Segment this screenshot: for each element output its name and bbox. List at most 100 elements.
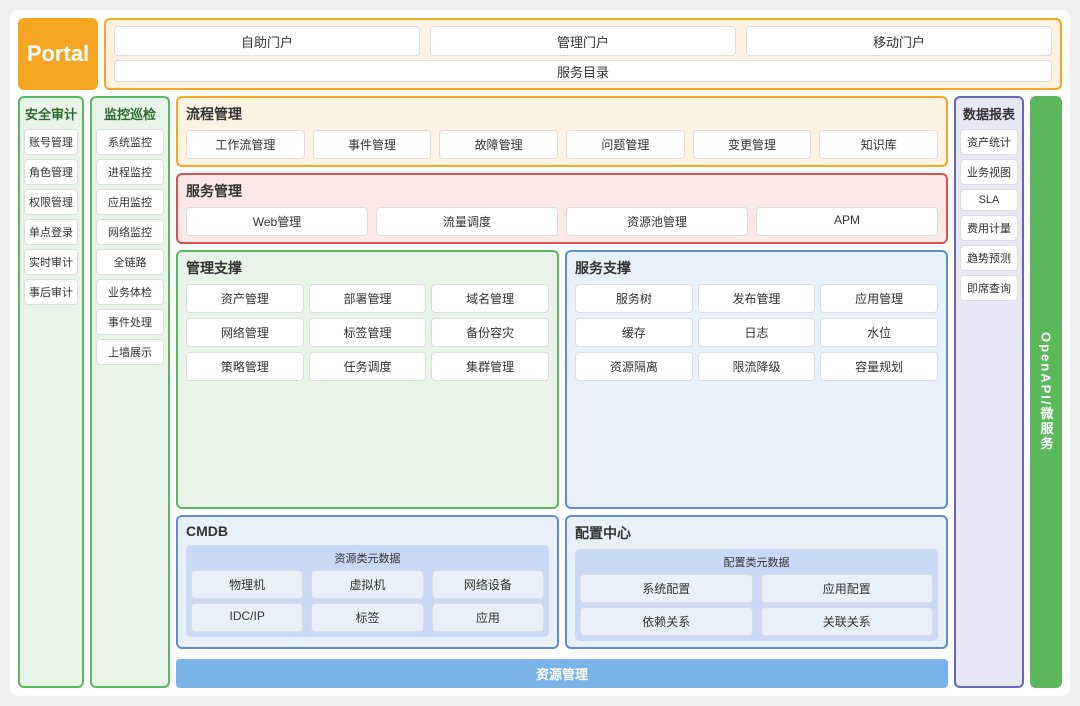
security-sso[interactable]: 单点登录 bbox=[24, 219, 78, 245]
openapi-label: OpenAPI/微服务 bbox=[1037, 332, 1056, 452]
data-report-title: 数据报表 bbox=[960, 104, 1018, 123]
mgmt-cluster[interactable]: 集群管理 bbox=[431, 352, 549, 381]
svc-support-title: 服务支撑 bbox=[575, 258, 938, 278]
svc-log[interactable]: 日志 bbox=[698, 318, 816, 347]
portal-selfservice[interactable]: 自助门户 bbox=[114, 26, 420, 56]
mgmt-domain[interactable]: 域名管理 bbox=[431, 284, 549, 313]
monitor-system[interactable]: 系统监控 bbox=[96, 129, 164, 155]
report-asset[interactable]: 资产统计 bbox=[960, 129, 1018, 155]
security-audit-title: 安全审计 bbox=[24, 104, 78, 123]
center-area: 流程管理 工作流管理 事件管理 故障管理 问题管理 变更管理 知识库 服务管理 … bbox=[176, 96, 948, 688]
flow-mgmt-items: 工作流管理 事件管理 故障管理 问题管理 变更管理 知识库 bbox=[186, 130, 938, 159]
monitor-event[interactable]: 事件处理 bbox=[96, 309, 164, 335]
config-inner-title: 配置类元数据 bbox=[580, 554, 933, 570]
svc-resource-pool[interactable]: 资源池管理 bbox=[566, 207, 748, 236]
mgmt-deploy[interactable]: 部署管理 bbox=[309, 284, 427, 313]
portal-top-row: 自助门户 管理门户 移动门户 bbox=[114, 26, 1052, 56]
flow-mgmt-section: 流程管理 工作流管理 事件管理 故障管理 问题管理 变更管理 知识库 bbox=[176, 96, 948, 167]
svc-app-mgmt[interactable]: 应用管理 bbox=[820, 284, 938, 313]
monitor-biz[interactable]: 业务体检 bbox=[96, 279, 164, 305]
config-dep[interactable]: 依赖关系 bbox=[580, 607, 753, 636]
mgmt-policy[interactable]: 策略管理 bbox=[186, 352, 304, 381]
openapi-sidebar: OpenAPI/微服务 bbox=[1030, 96, 1062, 688]
cmdb-physical[interactable]: 物理机 bbox=[191, 570, 303, 599]
portal-mobile[interactable]: 移动门户 bbox=[746, 26, 1052, 56]
svc-cache[interactable]: 缓存 bbox=[575, 318, 693, 347]
flow-event[interactable]: 事件管理 bbox=[313, 130, 432, 159]
portal-service-catalog[interactable]: 服务目录 bbox=[114, 60, 1052, 82]
mgmt-support-title: 管理支撑 bbox=[186, 258, 549, 278]
config-center-section: 配置中心 配置类元数据 系统配置 应用配置 依赖关系 关联关系 bbox=[565, 515, 948, 649]
mgmt-task[interactable]: 任务调度 bbox=[309, 352, 427, 381]
mgmt-backup[interactable]: 备份容灾 bbox=[431, 318, 549, 347]
config-app[interactable]: 应用配置 bbox=[761, 574, 934, 603]
middle-row: 管理支撑 资产管理 部署管理 域名管理 网络管理 标签管理 备份容灾 策略管理 … bbox=[176, 250, 948, 509]
svc-apm[interactable]: APM bbox=[756, 207, 938, 236]
content-row: 安全审计 账号管理 角色管理 权限管理 单点登录 实时审计 事后审计 监控巡检 … bbox=[18, 96, 1062, 688]
service-mgmt-title: 服务管理 bbox=[186, 181, 938, 201]
main-container: Portal 自助门户 管理门户 移动门户 服务目录 安全审计 账号管理 角色管… bbox=[10, 10, 1070, 696]
service-mgmt-items: Web管理 流量调度 资源池管理 APM bbox=[186, 207, 938, 236]
cmdb-netdev[interactable]: 网络设备 bbox=[432, 570, 544, 599]
cmdb-inner: 资源类元数据 物理机 虚拟机 网络设备 IDC/IP 标签 应用 bbox=[186, 545, 549, 637]
report-trend[interactable]: 趋势预测 bbox=[960, 245, 1018, 271]
config-sys[interactable]: 系统配置 bbox=[580, 574, 753, 603]
mgmt-network[interactable]: 网络管理 bbox=[186, 318, 304, 347]
cmdb-row2: IDC/IP 标签 应用 bbox=[191, 603, 544, 632]
monitor-fullchain[interactable]: 全链路 bbox=[96, 249, 164, 275]
cmdb-tag[interactable]: 标签 bbox=[311, 603, 423, 632]
monitor-sidebar: 监控巡检 系统监控 进程监控 应用监控 网络监控 全链路 业务体检 事件处理 上… bbox=[90, 96, 170, 688]
monitor-network[interactable]: 网络监控 bbox=[96, 219, 164, 245]
mgmt-support-section: 管理支撑 资产管理 部署管理 域名管理 网络管理 标签管理 备份容灾 策略管理 … bbox=[176, 250, 559, 509]
svc-support-items: 服务树 发布管理 应用管理 缓存 日志 水位 资源隔离 限流降级 容量规划 bbox=[575, 284, 938, 381]
flow-mgmt-title: 流程管理 bbox=[186, 104, 938, 124]
mgmt-asset[interactable]: 资产管理 bbox=[186, 284, 304, 313]
bottom-row: CMDB 资源类元数据 物理机 虚拟机 网络设备 IDC/IP 标签 应用 bbox=[176, 515, 948, 649]
svc-capacity[interactable]: 容量规划 bbox=[820, 352, 938, 381]
config-inner: 配置类元数据 系统配置 应用配置 依赖关系 关联关系 bbox=[575, 549, 938, 641]
flow-problem[interactable]: 问题管理 bbox=[566, 130, 685, 159]
mgmt-support-items: 资产管理 部署管理 域名管理 网络管理 标签管理 备份容灾 策略管理 任务调度 … bbox=[186, 284, 549, 381]
report-sla[interactable]: SLA bbox=[960, 189, 1018, 211]
report-biz-view[interactable]: 业务视图 bbox=[960, 159, 1018, 185]
cmdb-inner-title: 资源类元数据 bbox=[191, 550, 544, 566]
report-adhoc[interactable]: 即席查询 bbox=[960, 275, 1018, 301]
svc-tree[interactable]: 服务树 bbox=[575, 284, 693, 313]
flow-knowledge[interactable]: 知识库 bbox=[819, 130, 938, 159]
monitor-app[interactable]: 应用监控 bbox=[96, 189, 164, 215]
security-audit-sidebar: 安全审计 账号管理 角色管理 权限管理 单点登录 实时审计 事后审计 bbox=[18, 96, 84, 688]
svc-traffic[interactable]: 流量调度 bbox=[376, 207, 558, 236]
config-row1: 系统配置 应用配置 bbox=[580, 574, 933, 603]
svc-web[interactable]: Web管理 bbox=[186, 207, 368, 236]
flow-fault[interactable]: 故障管理 bbox=[439, 130, 558, 159]
cmdb-idcip[interactable]: IDC/IP bbox=[191, 603, 303, 632]
cmdb-row1: 物理机 虚拟机 网络设备 bbox=[191, 570, 544, 599]
config-center-title: 配置中心 bbox=[575, 523, 938, 543]
svc-watermark[interactable]: 水位 bbox=[820, 318, 938, 347]
flow-workflow[interactable]: 工作流管理 bbox=[186, 130, 305, 159]
svc-publish[interactable]: 发布管理 bbox=[698, 284, 816, 313]
portal-label: Portal bbox=[18, 18, 98, 90]
security-role[interactable]: 角色管理 bbox=[24, 159, 78, 185]
cmdb-vm[interactable]: 虚拟机 bbox=[311, 570, 423, 599]
cmdb-app[interactable]: 应用 bbox=[432, 603, 544, 632]
portal-admin[interactable]: 管理门户 bbox=[430, 26, 736, 56]
mgmt-tag[interactable]: 标签管理 bbox=[309, 318, 427, 347]
svc-isolation[interactable]: 资源隔离 bbox=[575, 352, 693, 381]
security-account[interactable]: 账号管理 bbox=[24, 129, 78, 155]
monitor-process[interactable]: 进程监控 bbox=[96, 159, 164, 185]
svc-support-section: 服务支撑 服务树 发布管理 应用管理 缓存 日志 水位 资源隔离 限流降级 容量… bbox=[565, 250, 948, 509]
svc-throttle[interactable]: 限流降级 bbox=[698, 352, 816, 381]
data-report-sidebar: 数据报表 资产统计 业务视图 SLA 费用计量 趋势预测 即席查询 bbox=[954, 96, 1024, 688]
portal-row: Portal 自助门户 管理门户 移动门户 服务目录 bbox=[18, 18, 1062, 90]
monitor-wall[interactable]: 上墙展示 bbox=[96, 339, 164, 365]
config-rel[interactable]: 关联关系 bbox=[761, 607, 934, 636]
resource-mgmt-bar: 资源管理 bbox=[176, 659, 948, 688]
flow-change[interactable]: 变更管理 bbox=[693, 130, 812, 159]
security-post[interactable]: 事后审计 bbox=[24, 279, 78, 305]
service-mgmt-section: 服务管理 Web管理 流量调度 资源池管理 APM bbox=[176, 173, 948, 244]
config-row2: 依赖关系 关联关系 bbox=[580, 607, 933, 636]
report-cost[interactable]: 费用计量 bbox=[960, 215, 1018, 241]
security-realtime[interactable]: 实时审计 bbox=[24, 249, 78, 275]
security-permission[interactable]: 权限管理 bbox=[24, 189, 78, 215]
